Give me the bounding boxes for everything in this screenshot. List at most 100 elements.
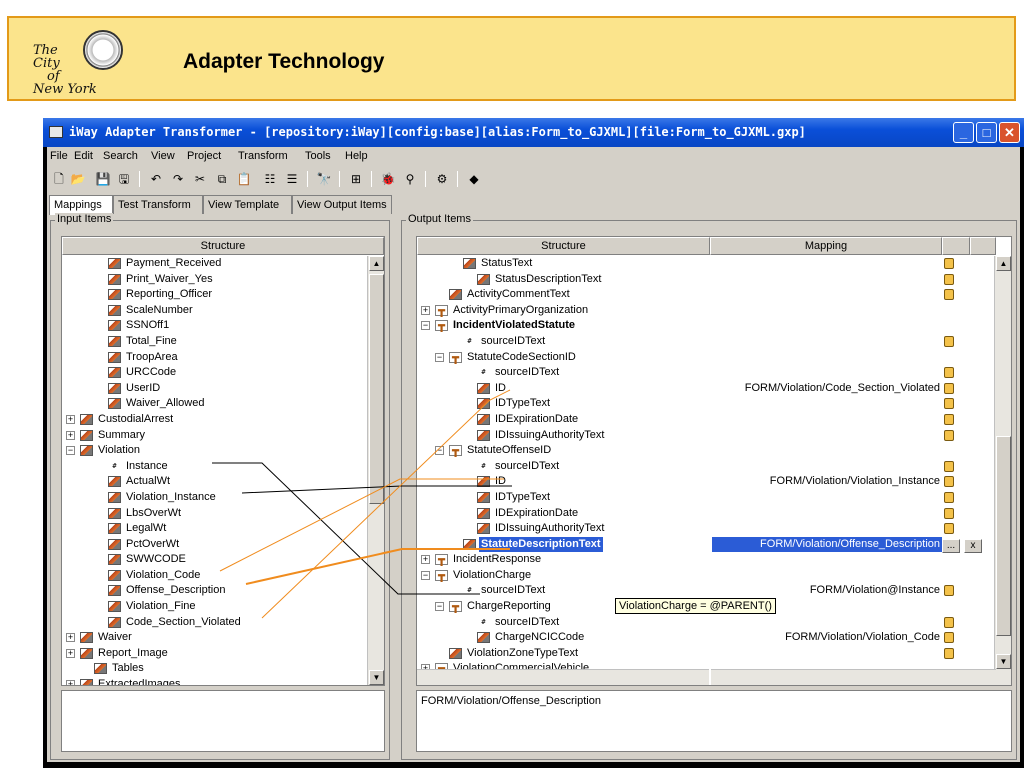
tree-row[interactable]: TroopArea: [62, 350, 367, 366]
tree-row[interactable]: # sourceIDText: [417, 365, 994, 381]
tree-item-custodialarrest[interactable]: CustodialArrest: [96, 412, 175, 427]
tree-item-urccode[interactable]: URCCode: [124, 365, 178, 380]
tree-item-chargenciccode[interactable]: ChargeNCICCode: [493, 630, 586, 645]
save-all-icon[interactable]: 🖫: [115, 170, 133, 188]
cut-icon[interactable]: ✂: [191, 170, 209, 188]
tree-row[interactable]: SSNOff1: [62, 318, 367, 334]
tab-view-output-items[interactable]: View Output Items: [292, 195, 392, 214]
expand-icon[interactable]: +: [66, 633, 75, 643]
tree-row[interactable]: + ExtractedImages: [62, 677, 367, 685]
clipboard-icon[interactable]: [944, 273, 954, 285]
input-description-box[interactable]: [61, 690, 385, 752]
tree-item-violationzonetypetext[interactable]: ViolationZoneTypeText: [465, 646, 580, 661]
tree-item-waiver-allowed[interactable]: Waiver_Allowed: [124, 396, 206, 411]
tree-row[interactable]: ChargeNCICCode FORM/Violation/Violation_C…: [417, 630, 994, 646]
clipboard-icon[interactable]: [944, 616, 954, 628]
tree-item-sourceidtext[interactable]: sourceIDText: [493, 615, 561, 630]
mapping-cell[interactable]: FORM/Violation/Violation_Code: [712, 630, 942, 645]
input-vscroll[interactable]: ▲ ▼: [367, 256, 384, 685]
tree-item-idtypetext[interactable]: IDTypeText: [493, 490, 552, 505]
tree-row[interactable]: LbsOverWt: [62, 506, 367, 522]
scroll-down-icon[interactable]: ▼: [369, 670, 384, 685]
menu-transform[interactable]: Transform: [238, 150, 288, 162]
expand-icon[interactable]: +: [421, 305, 430, 315]
menu-file[interactable]: File: [50, 150, 68, 162]
mapping-edit-button[interactable]: ...: [942, 539, 960, 553]
tree-item-waiver[interactable]: Waiver: [96, 630, 134, 645]
tree-row[interactable]: Payment_Received: [62, 256, 367, 272]
tree-row[interactable]: IDTypeText: [417, 396, 994, 412]
tree-row[interactable]: LegalWt: [62, 521, 367, 537]
tree-row[interactable]: IDExpirationDate: [417, 412, 994, 428]
menu-edit[interactable]: Edit: [74, 150, 93, 162]
tree-row[interactable]: # Instance: [62, 459, 367, 475]
eraser-icon[interactable]: ◆: [465, 170, 483, 188]
tree-row[interactable]: IDExpirationDate: [417, 506, 994, 522]
tree-row[interactable]: IDIssuingAuthorityText: [417, 428, 994, 444]
tree-item-tables[interactable]: Tables: [110, 661, 146, 676]
tree-row[interactable]: # sourceIDText FORM/Violation@Instance: [417, 583, 994, 599]
tree-item-userid[interactable]: UserID: [124, 381, 162, 396]
tree-item-statuteoffenseid[interactable]: StatuteOffenseID: [465, 443, 553, 458]
tree-row[interactable]: − Violation: [62, 443, 367, 459]
clipboard-icon[interactable]: [944, 476, 954, 488]
output-tree[interactable]: Structure Mapping StatusText StatusDescri…: [416, 236, 1012, 686]
tree-item-activityprimaryorganization[interactable]: ActivityPrimaryOrganization: [451, 303, 590, 318]
window-titlebar[interactable]: iWay Adapter Transformer - [repository:i…: [43, 118, 1024, 147]
clipboard-icon[interactable]: [944, 507, 954, 519]
output-structure-header[interactable]: Structure: [417, 237, 710, 255]
tree-row[interactable]: URCCode: [62, 365, 367, 381]
tree-item-violation-code[interactable]: Violation_Code: [124, 568, 202, 583]
input-tree[interactable]: Structure Payment_Received Print_Waiver_Y…: [61, 236, 385, 686]
clipboard-icon[interactable]: [944, 460, 954, 472]
tree-row[interactable]: Waiver_Allowed: [62, 396, 367, 412]
tree-item-chargereporting[interactable]: ChargeReporting: [465, 599, 553, 614]
tree-row[interactable]: + ┳ ActivityPrimaryOrganization: [417, 303, 994, 319]
tree-row[interactable]: Violation_Fine: [62, 599, 367, 615]
tree-row[interactable]: ID FORM/Violation/Violation_Instance: [417, 474, 994, 490]
tree-item-sourceidtext[interactable]: sourceIDText: [493, 459, 561, 474]
minimize-icon[interactable]: _: [953, 122, 974, 143]
tree-item-print-waiver-yes[interactable]: Print_Waiver_Yes: [124, 272, 215, 287]
tree-row[interactable]: − ┳ StatuteCodeSectionID: [417, 350, 994, 366]
tab-mappings[interactable]: Mappings: [49, 195, 113, 215]
scroll-down-icon[interactable]: ▼: [996, 654, 1011, 669]
menu-help[interactable]: Help: [345, 150, 368, 162]
clipboard-icon[interactable]: [944, 491, 954, 503]
mapping-cell[interactable]: FORM/Violation/Violation_Instance: [712, 474, 942, 489]
tree-row[interactable]: Violation_Instance: [62, 490, 367, 506]
tree-item-statutedescriptiontext[interactable]: StatuteDescriptionText: [479, 536, 603, 552]
tree-item-idexpirationdate[interactable]: IDExpirationDate: [493, 506, 580, 521]
tree-row[interactable]: − ┳ IncidentViolatedStatute: [417, 318, 994, 334]
scroll-up-icon[interactable]: ▲: [996, 256, 1011, 271]
redo-icon[interactable]: ↷: [169, 170, 187, 188]
output-description-box[interactable]: FORM/Violation/Offense_Description: [416, 690, 1012, 752]
tab-view-template[interactable]: View Template: [203, 195, 292, 214]
collapse-icon[interactable]: −: [421, 321, 430, 331]
expand-icon[interactable]: +: [66, 648, 75, 658]
tree-item-report-image[interactable]: Report_Image: [96, 646, 170, 661]
clipboard-icon[interactable]: [944, 429, 954, 441]
expand-icon[interactable]: +: [66, 430, 75, 440]
scroll-thumb[interactable]: [369, 274, 384, 504]
tree-item-ssnoff1[interactable]: SSNOff1: [124, 318, 171, 333]
clipboard-icon[interactable]: [944, 382, 954, 394]
tree-row[interactable]: # sourceIDText: [417, 334, 994, 350]
tree-item-total-fine[interactable]: Total_Fine: [124, 334, 179, 349]
align-right-icon[interactable]: ☰: [283, 170, 301, 188]
tree-row[interactable]: + Summary: [62, 428, 367, 444]
tree-row[interactable]: Reporting_Officer: [62, 287, 367, 303]
tree-item-idtypetext[interactable]: IDTypeText: [493, 396, 552, 411]
tree-item-id[interactable]: ID: [493, 381, 508, 396]
tree-row[interactable]: ID FORM/Violation/Code_Section_Violated: [417, 381, 994, 397]
tree-row[interactable]: − ┳ StatuteOffenseID: [417, 443, 994, 459]
tree-item-instance[interactable]: Instance: [124, 459, 170, 474]
tree-row[interactable]: IDIssuingAuthorityText: [417, 521, 994, 537]
tree-row[interactable]: # sourceIDText: [417, 615, 994, 631]
tree-row[interactable]: # sourceIDText: [417, 459, 994, 475]
tree-item-extractedimages[interactable]: ExtractedImages: [96, 677, 183, 685]
tree-row[interactable]: StatusText: [417, 256, 994, 272]
pin-icon[interactable]: ⚲: [401, 170, 419, 188]
tree-item-sourceidtext[interactable]: sourceIDText: [493, 365, 561, 380]
close-icon[interactable]: ✕: [999, 122, 1020, 143]
